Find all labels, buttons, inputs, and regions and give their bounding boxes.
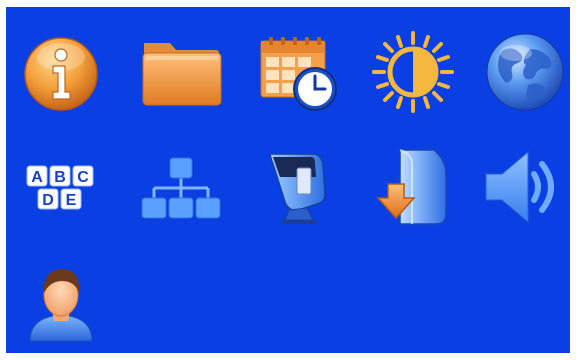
abc-keyboard-button[interactable]: A B C D E	[18, 144, 104, 230]
key-a: A	[31, 169, 43, 186]
user-icon	[29, 269, 93, 342]
speaker-volume-icon	[485, 150, 554, 224]
key-d: D	[42, 192, 54, 209]
icon-launcher-screen: A B C D E	[6, 7, 570, 353]
calendar-clock-icon	[260, 37, 337, 111]
key-e: E	[66, 192, 77, 209]
card-reader-icon	[269, 153, 326, 224]
card-reader-button[interactable]	[255, 144, 341, 230]
download-button[interactable]	[370, 144, 456, 230]
folder-button[interactable]	[138, 29, 224, 115]
calendar-clock-button[interactable]	[255, 29, 341, 115]
key-c: C	[77, 169, 89, 186]
download-icon	[376, 149, 447, 225]
user-button[interactable]	[18, 257, 104, 343]
abc-keyboard-icon: A B C D E	[26, 165, 94, 210]
network-hierarchy-button[interactable]	[138, 144, 224, 230]
brightness-icon	[372, 31, 454, 113]
info-icon	[24, 37, 98, 111]
network-hierarchy-icon	[141, 157, 221, 219]
key-b: B	[54, 169, 66, 186]
info-button[interactable]	[18, 29, 104, 115]
speaker-volume-button[interactable]	[482, 144, 568, 230]
globe-icon	[486, 33, 564, 111]
globe-button[interactable]	[482, 29, 568, 115]
folder-icon	[142, 43, 222, 106]
brightness-button[interactable]	[370, 29, 456, 115]
